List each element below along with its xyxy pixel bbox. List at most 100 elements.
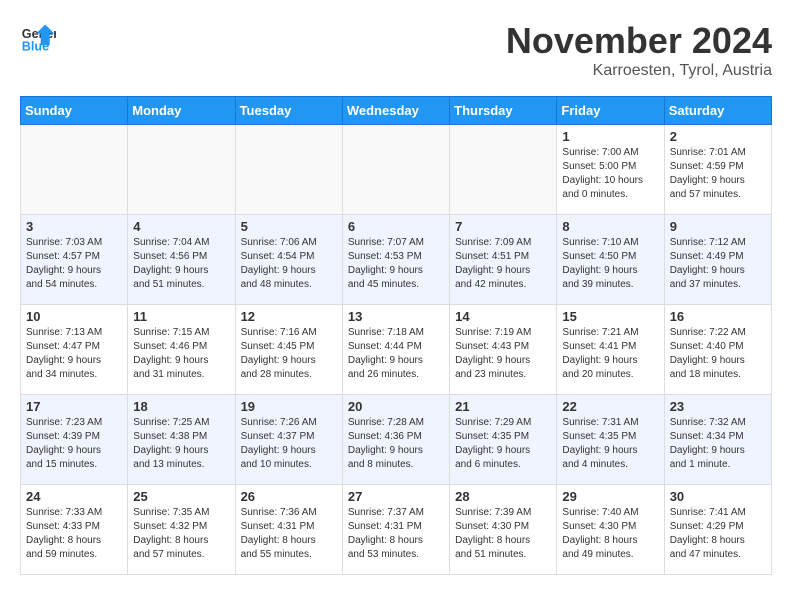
calendar-cell: 9 Sunrise: 7:12 AM Sunset: 4:49 PM Daylig…	[664, 215, 771, 305]
day-info: Sunrise: 7:22 AM Sunset: 4:40 PM Dayligh…	[670, 326, 766, 382]
day-number: 24	[26, 489, 122, 504]
calendar-cell: 12 Sunrise: 7:16 AM Sunset: 4:45 PM Dayli…	[235, 305, 342, 395]
day-info: Sunrise: 7:23 AM Sunset: 4:39 PM Dayligh…	[26, 416, 122, 472]
day-number: 15	[562, 309, 658, 324]
calendar-cell: 8 Sunrise: 7:10 AM Sunset: 4:50 PM Daylig…	[557, 215, 664, 305]
day-number: 17	[26, 399, 122, 414]
day-info: Sunrise: 7:32 AM Sunset: 4:34 PM Dayligh…	[670, 416, 766, 472]
weekday-header-saturday: Saturday	[664, 97, 771, 125]
calendar-cell: 17 Sunrise: 7:23 AM Sunset: 4:39 PM Dayli…	[21, 395, 128, 485]
day-number: 5	[241, 219, 337, 234]
calendar-cell: 5Sunrise: 7:06 AM Sunset: 4:54 PM Daylig…	[235, 215, 342, 305]
calendar-table: SundayMondayTuesdayWednesdayThursdayFrid…	[20, 96, 772, 575]
day-number: 9	[670, 219, 766, 234]
calendar-cell: 11 Sunrise: 7:15 AM Sunset: 4:46 PM Dayli…	[128, 305, 235, 395]
day-number: 18	[133, 399, 229, 414]
day-info: Sunrise: 7:09 AM Sunset: 4:51 PM Dayligh…	[455, 236, 551, 292]
day-info: Sunrise: 7:10 AM Sunset: 4:50 PM Dayligh…	[562, 236, 658, 292]
day-info: Sunrise: 7:35 AM Sunset: 4:32 PM Dayligh…	[133, 506, 229, 562]
day-info: Sunrise: 7:15 AM Sunset: 4:46 PM Dayligh…	[133, 326, 229, 382]
calendar-cell	[21, 125, 128, 215]
day-number: 19	[241, 399, 337, 414]
title-section: November 2024 Karroesten, Tyrol, Austria	[506, 20, 772, 80]
day-number: 2	[670, 129, 766, 144]
day-number: 30	[670, 489, 766, 504]
day-number: 3	[26, 219, 122, 234]
calendar-cell: 20 Sunrise: 7:28 AM Sunset: 4:36 PM Dayli…	[342, 395, 449, 485]
day-info: Sunrise: 7:07 AM Sunset: 4:53 PM Dayligh…	[348, 236, 444, 292]
calendar-cell	[235, 125, 342, 215]
day-info: Sunrise: 7:36 AM Sunset: 4:31 PM Dayligh…	[241, 506, 337, 562]
day-info: Sunrise: 7:39 AM Sunset: 4:30 PM Dayligh…	[455, 506, 551, 562]
logo: General Blue	[20, 20, 56, 56]
calendar-cell: 22Sunrise: 7:31 AM Sunset: 4:35 PM Dayli…	[557, 395, 664, 485]
day-info: Sunrise: 7:25 AM Sunset: 4:38 PM Dayligh…	[133, 416, 229, 472]
day-number: 29	[562, 489, 658, 504]
day-info: Sunrise: 7:16 AM Sunset: 4:45 PM Dayligh…	[241, 326, 337, 382]
weekday-header-monday: Monday	[128, 97, 235, 125]
day-number: 1	[562, 129, 658, 144]
weekday-header-row: SundayMondayTuesdayWednesdayThursdayFrid…	[21, 97, 772, 125]
day-info: Sunrise: 7:28 AM Sunset: 4:36 PM Dayligh…	[348, 416, 444, 472]
day-number: 12	[241, 309, 337, 324]
day-info: Sunrise: 7:21 AM Sunset: 4:41 PM Dayligh…	[562, 326, 658, 382]
location-subtitle: Karroesten, Tyrol, Austria	[506, 62, 772, 80]
day-info: Sunrise: 7:19 AM Sunset: 4:43 PM Dayligh…	[455, 326, 551, 382]
calendar-cell: 25 Sunrise: 7:35 AM Sunset: 4:32 PM Dayli…	[128, 485, 235, 575]
calendar-cell: 28 Sunrise: 7:39 AM Sunset: 4:30 PM Dayli…	[450, 485, 557, 575]
day-number: 23	[670, 399, 766, 414]
day-info: Sunrise: 7:03 AM Sunset: 4:57 PM Dayligh…	[26, 236, 122, 292]
calendar-week-row: 17 Sunrise: 7:23 AM Sunset: 4:39 PM Dayli…	[21, 395, 772, 485]
calendar-cell	[342, 125, 449, 215]
day-number: 16	[670, 309, 766, 324]
calendar-cell: 13 Sunrise: 7:18 AM Sunset: 4:44 PM Dayli…	[342, 305, 449, 395]
calendar-cell: 29 Sunrise: 7:40 AM Sunset: 4:30 PM Dayli…	[557, 485, 664, 575]
day-info: Sunrise: 7:29 AM Sunset: 4:35 PM Dayligh…	[455, 416, 551, 472]
day-info: Sunrise: 7:41 AM Sunset: 4:29 PM Dayligh…	[670, 506, 766, 562]
day-number: 10	[26, 309, 122, 324]
calendar-cell: 2 Sunrise: 7:01 AM Sunset: 4:59 PM Daylig…	[664, 125, 771, 215]
calendar-week-row: 24 Sunrise: 7:33 AM Sunset: 4:33 PM Dayli…	[21, 485, 772, 575]
day-number: 25	[133, 489, 229, 504]
day-info: Sunrise: 7:37 AM Sunset: 4:31 PM Dayligh…	[348, 506, 444, 562]
day-info: Sunrise: 7:18 AM Sunset: 4:44 PM Dayligh…	[348, 326, 444, 382]
day-info: Sunrise: 7:40 AM Sunset: 4:30 PM Dayligh…	[562, 506, 658, 562]
day-info: Sunrise: 7:31 AM Sunset: 4:35 PM Dayligh…	[562, 416, 658, 472]
calendar-cell: 27 Sunrise: 7:37 AM Sunset: 4:31 PM Dayli…	[342, 485, 449, 575]
month-title: November 2024	[506, 20, 772, 62]
day-number: 13	[348, 309, 444, 324]
weekday-header-tuesday: Tuesday	[235, 97, 342, 125]
day-info: Sunrise: 7:04 AM Sunset: 4:56 PM Dayligh…	[133, 236, 229, 292]
calendar-cell: 7 Sunrise: 7:09 AM Sunset: 4:51 PM Daylig…	[450, 215, 557, 305]
calendar-cell: 3 Sunrise: 7:03 AM Sunset: 4:57 PM Daylig…	[21, 215, 128, 305]
day-info: Sunrise: 7:01 AM Sunset: 4:59 PM Dayligh…	[670, 146, 766, 202]
page-header: General Blue November 2024 Karroesten, T…	[20, 20, 772, 80]
weekday-header-wednesday: Wednesday	[342, 97, 449, 125]
calendar-week-row: 1Sunrise: 7:00 AM Sunset: 5:00 PM Daylig…	[21, 125, 772, 215]
calendar-cell: 30 Sunrise: 7:41 AM Sunset: 4:29 PM Dayli…	[664, 485, 771, 575]
calendar-week-row: 3 Sunrise: 7:03 AM Sunset: 4:57 PM Daylig…	[21, 215, 772, 305]
day-number: 7	[455, 219, 551, 234]
calendar-cell: 16 Sunrise: 7:22 AM Sunset: 4:40 PM Dayli…	[664, 305, 771, 395]
day-number: 4	[133, 219, 229, 234]
day-number: 20	[348, 399, 444, 414]
calendar-week-row: 10Sunrise: 7:13 AM Sunset: 4:47 PM Dayli…	[21, 305, 772, 395]
calendar-cell: 21 Sunrise: 7:29 AM Sunset: 4:35 PM Dayli…	[450, 395, 557, 485]
day-number: 21	[455, 399, 551, 414]
day-number: 27	[348, 489, 444, 504]
day-number: 28	[455, 489, 551, 504]
calendar-cell: 1Sunrise: 7:00 AM Sunset: 5:00 PM Daylig…	[557, 125, 664, 215]
calendar-cell	[450, 125, 557, 215]
day-number: 8	[562, 219, 658, 234]
calendar-cell: 19Sunrise: 7:26 AM Sunset: 4:37 PM Dayli…	[235, 395, 342, 485]
day-number: 26	[241, 489, 337, 504]
calendar-cell: 14 Sunrise: 7:19 AM Sunset: 4:43 PM Dayli…	[450, 305, 557, 395]
day-number: 11	[133, 309, 229, 324]
day-info: Sunrise: 7:33 AM Sunset: 4:33 PM Dayligh…	[26, 506, 122, 562]
calendar-cell: 26 Sunrise: 7:36 AM Sunset: 4:31 PM Dayli…	[235, 485, 342, 575]
calendar-cell: 4 Sunrise: 7:04 AM Sunset: 4:56 PM Daylig…	[128, 215, 235, 305]
day-number: 14	[455, 309, 551, 324]
day-info: Sunrise: 7:12 AM Sunset: 4:49 PM Dayligh…	[670, 236, 766, 292]
calendar-cell: 24 Sunrise: 7:33 AM Sunset: 4:33 PM Dayli…	[21, 485, 128, 575]
calendar-cell: 18 Sunrise: 7:25 AM Sunset: 4:38 PM Dayli…	[128, 395, 235, 485]
